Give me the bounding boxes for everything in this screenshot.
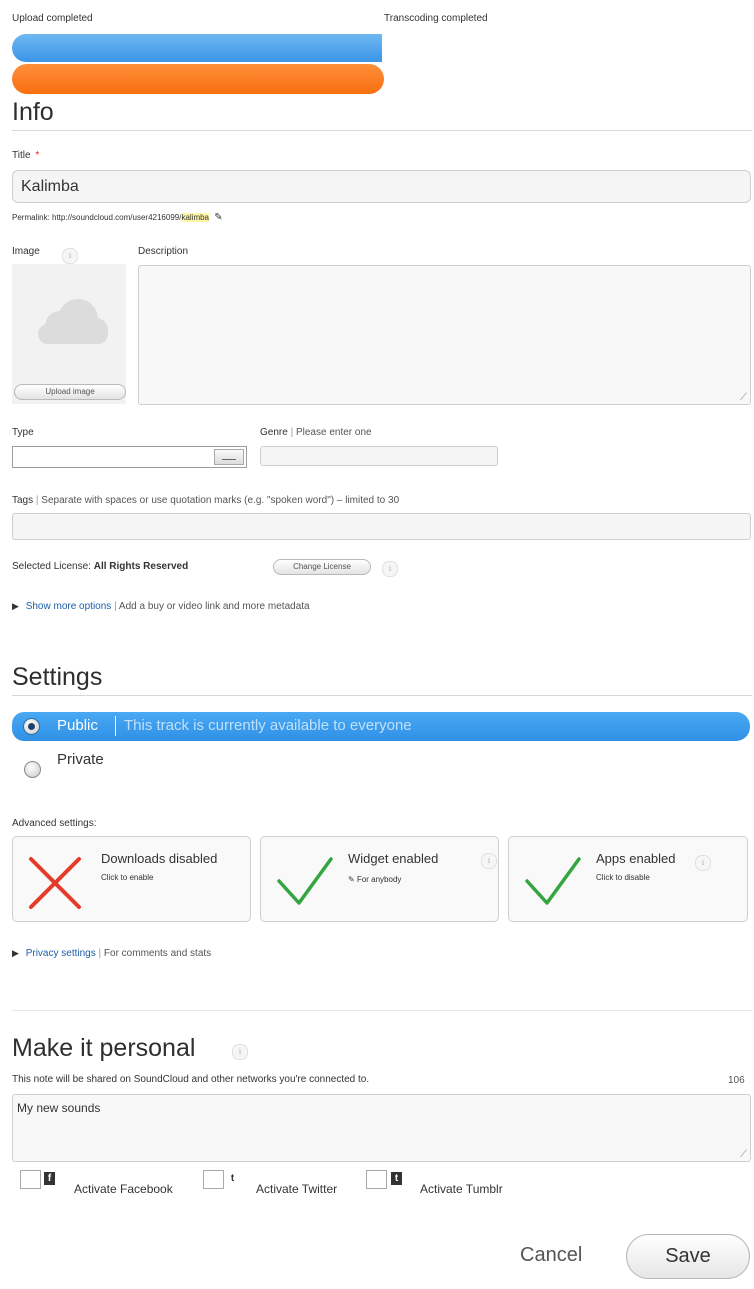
cloud-icon	[38, 299, 108, 344]
pencil-icon: ✎	[348, 875, 357, 884]
upload-progress-fill	[12, 34, 382, 62]
public-separator	[115, 716, 116, 736]
settings-heading: Settings	[12, 663, 103, 691]
personal-heading: Make it personal	[12, 1034, 196, 1062]
cancel-button[interactable]: Cancel	[520, 1244, 582, 1267]
upload-image-button[interactable]: Upload image	[14, 384, 126, 400]
public-option[interactable]: Public This track is currently available…	[12, 712, 750, 741]
resize-handle-icon[interactable]: ⟋	[740, 392, 747, 403]
type-label: Type	[12, 427, 34, 438]
widget-card-title: Widget enabled	[348, 851, 439, 866]
apps-card-sub: Click to disable	[596, 873, 650, 882]
widget-card-sub-text: For anybody	[356, 875, 402, 884]
description-label: Description	[138, 246, 189, 257]
permalink-slug[interactable]: kalimba	[181, 213, 210, 222]
facebook-label[interactable]: Activate Facebook	[74, 1182, 173, 1196]
note-label: This note will be shared on SoundCloud a…	[12, 1074, 370, 1085]
tags-input[interactable]	[12, 513, 751, 540]
apps-card-title: Apps enabled	[596, 851, 676, 866]
public-label: Public	[57, 717, 98, 734]
twitter-checkbox[interactable]	[203, 1170, 224, 1189]
type-select[interactable]	[12, 446, 247, 468]
transcoding-progress-bar	[12, 64, 384, 94]
change-license-button[interactable]: Change License	[273, 559, 371, 575]
facebook-icon: f	[44, 1172, 55, 1185]
show-more-options-link[interactable]: Show more options	[26, 601, 112, 612]
info-heading: Info	[12, 98, 54, 126]
widget-card[interactable]: Widget enabled ✎ For anybody i	[260, 836, 499, 922]
description-textarea[interactable]: ⟋	[138, 265, 751, 405]
widget-info-icon[interactable]: i	[481, 853, 497, 869]
privacy-settings-link[interactable]: Privacy settings	[26, 948, 96, 959]
upload-progress-bar	[12, 34, 382, 62]
char-count: 106	[728, 1075, 745, 1086]
tumblr-icon: t	[391, 1172, 402, 1185]
tumblr-label[interactable]: Activate Tumblr	[420, 1182, 503, 1196]
radio-dot-icon	[28, 723, 35, 730]
privacy-hint: For comments and stats	[103, 948, 212, 959]
title-input-value: Kalimba	[21, 178, 79, 195]
advanced-settings-label: Advanced settings:	[12, 818, 97, 829]
twitter-icon: t	[227, 1172, 238, 1185]
expand-arrow-icon[interactable]: ▶	[12, 948, 19, 958]
image-placeholder	[12, 264, 126, 404]
apps-info-icon[interactable]: i	[695, 855, 711, 871]
privacy-row: ▶ Privacy settings | For comments and st…	[12, 948, 212, 959]
downloads-card[interactable]: Downloads disabled Click to enable	[12, 836, 251, 922]
cross-icon	[29, 857, 81, 909]
resize-handle-icon[interactable]: ⟋	[740, 1149, 747, 1160]
genre-input[interactable]	[260, 446, 498, 466]
check-icon	[277, 857, 333, 905]
check-icon	[525, 857, 581, 905]
title-label: Title *	[12, 150, 39, 161]
private-label[interactable]: Private	[57, 751, 104, 768]
personal-info-icon[interactable]: i	[232, 1044, 248, 1060]
tags-hint: Separate with spaces or use quotation ma…	[41, 495, 400, 506]
private-radio[interactable]	[24, 761, 41, 778]
genre-label-text: Genre	[260, 427, 288, 438]
upload-status-label: Upload completed	[12, 13, 93, 24]
license-line: Selected License: All Rights Reserved	[12, 561, 188, 572]
tags-label: Tags | Separate with spaces or use quota…	[12, 495, 400, 506]
transcoding-progress-fill	[12, 64, 384, 94]
license-info-icon[interactable]: i	[382, 561, 398, 577]
image-info-icon[interactable]: i	[62, 248, 78, 264]
save-button[interactable]: Save	[626, 1234, 750, 1279]
personal-divider	[12, 1010, 752, 1011]
settings-divider	[12, 695, 752, 696]
title-input[interactable]: Kalimba	[12, 170, 751, 203]
tags-label-text: Tags	[12, 495, 34, 506]
pencil-icon[interactable]: ✎	[214, 212, 222, 223]
widget-card-sub: ✎ For anybody	[348, 875, 401, 884]
downloads-card-title: Downloads disabled	[101, 851, 218, 866]
note-value: My new sounds	[17, 1101, 101, 1115]
expand-arrow-icon[interactable]: ▶	[12, 601, 19, 611]
note-textarea[interactable]: My new sounds ⟋	[12, 1094, 751, 1162]
genre-hint: Please enter one	[295, 427, 372, 438]
apps-card[interactable]: Apps enabled Click to disable i	[508, 836, 748, 922]
tumblr-checkbox[interactable]	[366, 1170, 387, 1189]
permalink-prefix: Permalink: http://soundcloud.com/user421…	[12, 213, 182, 222]
license-prefix: Selected License:	[12, 561, 91, 572]
public-radio[interactable]	[23, 718, 40, 735]
type-dropdown-button[interactable]	[214, 449, 244, 465]
title-label-text: Title	[12, 150, 31, 161]
info-divider	[12, 130, 752, 131]
more-options-row: ▶ Show more options | Add a buy or video…	[12, 601, 310, 612]
facebook-checkbox[interactable]	[20, 1170, 41, 1189]
downloads-card-sub: Click to enable	[101, 873, 154, 882]
image-label: Image	[12, 246, 40, 257]
genre-label: Genre | Please enter one	[260, 427, 372, 438]
license-value: All Rights Reserved	[93, 561, 189, 572]
required-marker: *	[35, 150, 40, 161]
dropdown-icon	[222, 459, 236, 460]
permalink: Permalink: http://soundcloud.com/user421…	[12, 212, 223, 223]
transcoding-status-label: Transcoding completed	[384, 13, 488, 24]
public-hint: This track is currently available to eve…	[124, 717, 412, 734]
twitter-label[interactable]: Activate Twitter	[256, 1182, 337, 1196]
more-options-hint: Add a buy or video link and more metadat…	[118, 601, 310, 612]
